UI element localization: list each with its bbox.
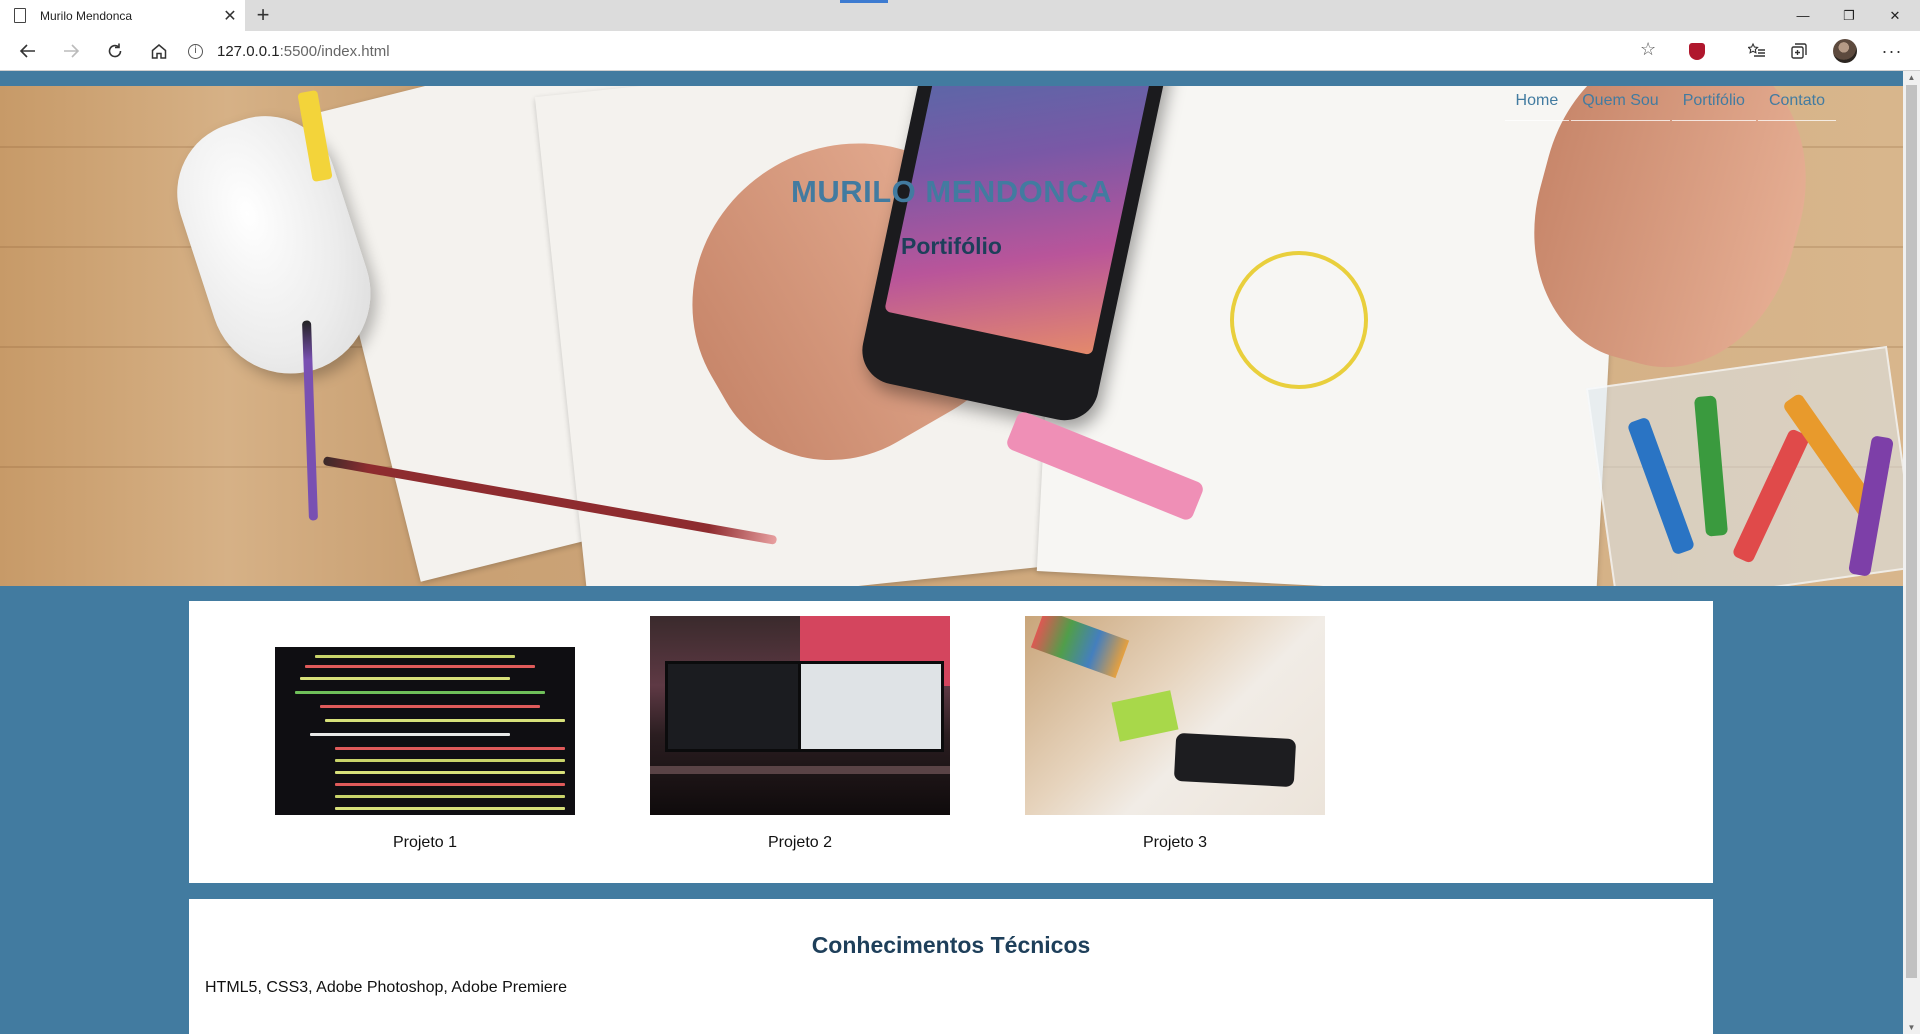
scroll-up-icon[interactable]: ▲ [1903, 73, 1920, 82]
loading-indicator [840, 0, 888, 3]
project-2-label[interactable]: Projeto 2 [650, 834, 950, 852]
url-host: 127.0.0.1 [217, 42, 280, 60]
info-icon[interactable]: i [188, 43, 203, 59]
new-tab-button[interactable]: + [250, 2, 276, 28]
project-2-image[interactable] [650, 616, 950, 815]
hero-banner: MURILO MENDONCA Portifólio Home Quem Sou… [0, 86, 1903, 586]
scrollbar-thumb[interactable] [1906, 85, 1917, 978]
forward-icon[interactable] [57, 37, 85, 65]
project-3-label[interactable]: Projeto 3 [1025, 834, 1325, 852]
site-subtitle: Portifólio [901, 233, 1002, 259]
nav-portifolio-link[interactable]: Portifólio [1671, 86, 1756, 121]
refresh-icon[interactable] [101, 37, 129, 65]
skills-text: HTML5, CSS3, Adobe Photoshop, Adobe Prem… [205, 979, 567, 996]
browser-tab[interactable]: Murilo Mendonca ✕ [0, 0, 245, 31]
address-bar: i 127.0.0.1:5500/index.html ☆ ··· [0, 31, 1920, 71]
tab-title: Murilo Mendonca [40, 8, 133, 23]
favorites-icon[interactable] [1745, 39, 1769, 63]
projects-section: Projeto 1 Projeto 2 Projeto 3 [189, 601, 1713, 883]
main-nav: Home Quem Sou Portifólio Contato [1503, 86, 1836, 121]
page-viewport: MURILO MENDONCA Portifólio Home Quem Sou… [0, 71, 1903, 1034]
url-input[interactable]: i 127.0.0.1:5500/index.html [188, 36, 1638, 66]
profile-avatar[interactable] [1833, 39, 1857, 63]
more-icon[interactable]: ··· [1880, 39, 1904, 63]
url-path: :5500/index.html [279, 42, 390, 60]
close-window-button[interactable]: ✕ [1872, 0, 1918, 31]
skills-section: Conhecimentos Técnicos HTML5, CSS3, Adob… [189, 899, 1713, 1034]
star-icon[interactable]: ☆ [1640, 39, 1656, 60]
collections-icon[interactable] [1787, 39, 1811, 63]
nav-home-link[interactable]: Home [1504, 86, 1570, 121]
browser-tab-bar: Murilo Mendonca ✕ + — ❐ ✕ [0, 0, 1920, 31]
nav-contato-link[interactable]: Contato [1757, 86, 1836, 121]
scroll-down-icon[interactable]: ▼ [1903, 1023, 1920, 1032]
project-3-image[interactable] [1025, 616, 1325, 815]
tab-close-icon[interactable]: ✕ [215, 6, 245, 26]
site-title: MURILO MENDONCA [791, 174, 1112, 209]
home-icon[interactable] [145, 37, 173, 65]
page-icon [14, 8, 26, 23]
page-scrollbar[interactable]: ▲ ▼ [1903, 71, 1920, 1034]
restore-button[interactable]: ❐ [1826, 0, 1872, 31]
back-icon[interactable] [14, 37, 42, 65]
nav-quem-sou-link[interactable]: Quem Sou [1571, 86, 1670, 121]
skills-heading: Conhecimentos Técnicos [811, 932, 1091, 958]
project-1-image[interactable] [275, 647, 575, 815]
project-1-label[interactable]: Projeto 1 [275, 834, 575, 852]
minimize-button[interactable]: — [1780, 0, 1826, 31]
shield-extension-icon[interactable] [1685, 39, 1709, 63]
